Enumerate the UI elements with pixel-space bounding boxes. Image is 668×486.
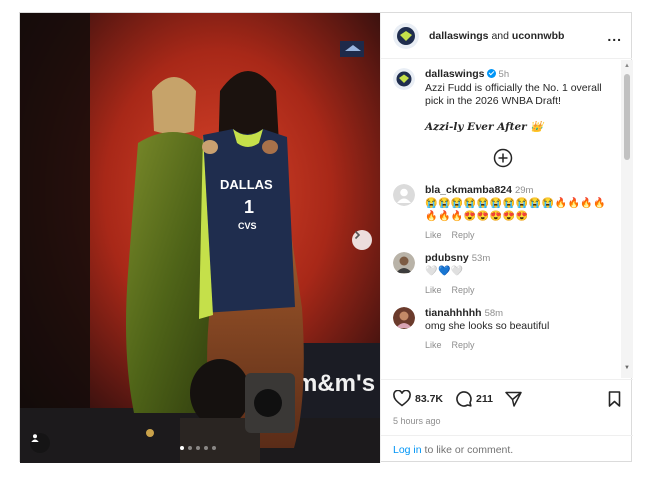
comment-body: bla_ckmamba824 29m 😭😭😭😭😭😭😭😭😭😭🔥🔥🔥🔥🔥🔥🔥😍😍😍😍😍… [425, 184, 613, 242]
comment-bubble-icon [456, 391, 472, 407]
post-media[interactable]: m&m's DALLAS 1 CVS [20, 13, 380, 463]
send-icon [505, 391, 522, 407]
verified-badge-icon [486, 69, 496, 78]
comment-actions: Like Reply [425, 339, 613, 352]
comment-text: omg she looks so beautiful [425, 320, 550, 332]
comment-reply-button[interactable]: Reply [452, 285, 475, 295]
carousel-dot [180, 446, 184, 450]
wings-logo-icon [393, 68, 415, 90]
comment-actions: Like Reply [425, 229, 613, 242]
login-prompt-text: to like or comment. [424, 444, 514, 456]
like-button[interactable]: 83.7K [393, 390, 443, 407]
caption-tagline: Azzi-ly Ever After 👑 [425, 121, 544, 133]
load-more-comments-button[interactable] [393, 148, 613, 168]
post-header: dallaswings and uconnwbb ... [381, 13, 632, 59]
comment-avatar[interactable] [393, 307, 415, 329]
comment-reply-button[interactable]: Reply [452, 230, 475, 240]
comment-like-button[interactable]: Like [425, 285, 442, 295]
caption-row: dallaswings 5h Azzi Fudd is officially th… [393, 68, 613, 134]
collab-username[interactable]: uconnwbb [512, 30, 565, 42]
like-count: 83.7K [415, 392, 444, 405]
comment-reply-button[interactable]: Reply [452, 340, 475, 350]
comment-actions: Like Reply [425, 284, 613, 297]
next-image-button[interactable] [352, 230, 372, 250]
caption-username[interactable]: dallaswings [425, 68, 485, 80]
comment-username[interactable]: bla_ckmamba824 [425, 184, 512, 196]
jersey-sponsor: CVS [238, 221, 257, 231]
comment-like-button[interactable]: Like [425, 340, 442, 350]
post-timestamp: 5 hours ago [393, 416, 441, 426]
dallaswings-avatar[interactable] [393, 22, 419, 49]
post-card: m&m's DALLAS 1 CVS dallaswings and uconn… [19, 12, 633, 464]
carousel-dots [180, 446, 216, 450]
comment-button[interactable]: 211 [455, 390, 493, 407]
save-button[interactable] [608, 390, 621, 407]
carousel-dot [204, 446, 208, 450]
heart-icon [393, 390, 411, 407]
scroll-up-arrow-icon[interactable]: ▲ [624, 63, 630, 69]
post-photo: m&m's DALLAS 1 CVS [20, 13, 380, 463]
jersey-text: DALLAS [220, 177, 273, 192]
user-icon [31, 434, 39, 442]
comment-row: tianahhhhh 58m omg she looks so beautiful… [393, 307, 613, 352]
comments-list[interactable]: dallaswings 5h Azzi Fudd is officially th… [381, 60, 621, 378]
plus-circle-icon [493, 148, 513, 168]
scroll-down-arrow-icon[interactable]: ▼ [624, 365, 630, 371]
comment-username[interactable]: pdubsny [425, 252, 469, 264]
share-button[interactable] [505, 391, 522, 407]
login-link[interactable]: Log in [393, 444, 422, 456]
bookmark-icon [608, 390, 621, 407]
comment-text: 😭😭😭😭😭😭😭😭😭😭🔥🔥🔥🔥🔥🔥🔥😍😍😍😍😍 [425, 198, 607, 222]
comment-time: 29m [514, 185, 534, 196]
scrollbar-thumb[interactable] [624, 74, 630, 160]
author-and: and [491, 29, 509, 42]
post-authors: dallaswings and uconnwbb [429, 30, 607, 42]
user-photo-avatar [393, 252, 415, 274]
caption-body: dallaswings 5h Azzi Fudd is officially th… [425, 68, 613, 134]
author-username[interactable]: dallaswings [429, 30, 489, 42]
comment-username[interactable]: tianahhhhh [425, 307, 482, 319]
comment-count: 211 [476, 392, 493, 405]
post-actions: 83.7K 211 5 hours ago [381, 379, 633, 426]
caption-avatar[interactable] [393, 68, 415, 90]
carousel-dot [196, 446, 200, 450]
comment-time: 58m [484, 308, 504, 319]
post-sidebar: dallaswings and uconnwbb ... dallaswings… [380, 13, 633, 464]
comment-row: pdubsny 53m 🤍💙🤍 Like Reply [393, 252, 613, 297]
default-avatar-icon [393, 184, 415, 206]
comment-like-button[interactable]: Like [425, 230, 442, 240]
action-row: 83.7K 211 [393, 390, 621, 407]
comment-text: 🤍💙🤍 [425, 266, 464, 277]
comment-time: 53m [471, 253, 491, 264]
more-options-icon[interactable]: ... [607, 28, 622, 44]
tagged-users-button[interactable] [30, 433, 50, 453]
comment-body: pdubsny 53m 🤍💙🤍 Like Reply [425, 252, 613, 297]
chevron-right-icon [354, 230, 361, 240]
login-prompt: Log in to like or comment. [381, 435, 633, 464]
carousel-dot [212, 446, 216, 450]
jersey-number: 1 [244, 197, 254, 217]
user-photo-avatar [393, 307, 415, 329]
comments-scrollbar[interactable]: ▲ ▼ [621, 60, 633, 378]
banner-logo-text: m&m's [296, 370, 375, 397]
carousel-dot [188, 446, 192, 450]
comment-body: tianahhhhh 58m omg she looks so beautiful… [425, 307, 613, 352]
comment-avatar[interactable] [393, 184, 415, 206]
caption-time: 5h [498, 69, 510, 80]
comment-avatar[interactable] [393, 252, 415, 274]
caption-text: Azzi Fudd is officially the No. 1 overal… [425, 82, 602, 107]
comment-row: bla_ckmamba824 29m 😭😭😭😭😭😭😭😭😭😭🔥🔥🔥🔥🔥🔥🔥😍😍😍😍😍… [393, 184, 613, 242]
wings-logo-icon [393, 22, 419, 49]
